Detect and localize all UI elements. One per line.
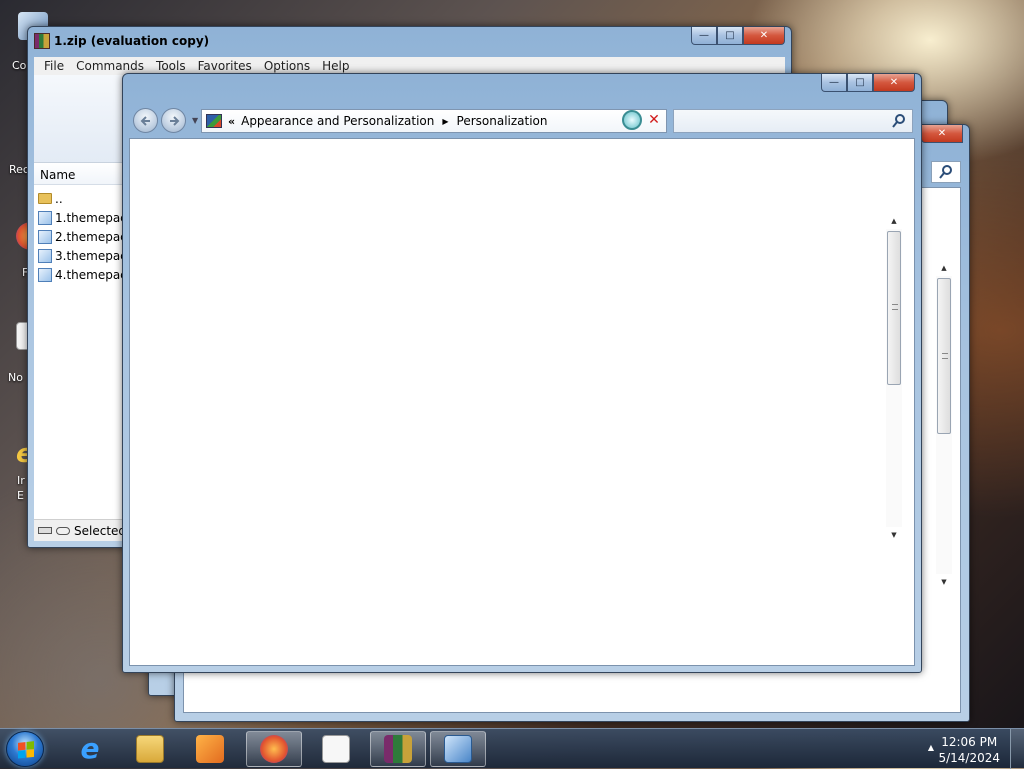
clock-time: 12:06 PM xyxy=(941,735,998,749)
taskbar: e ▲ 12:06 PM 5/14/2024 xyxy=(0,728,1024,769)
winrar-window-title: 1.zip (evaluation copy) xyxy=(54,34,210,48)
content-area: ▲ ▼ xyxy=(129,138,915,666)
winrar-minimize-button[interactable]: — xyxy=(691,27,717,45)
list-item-label: .. xyxy=(55,191,63,206)
search-icon xyxy=(939,165,952,179)
scroll-up-arrow-icon[interactable]: ▲ xyxy=(886,213,902,229)
desktop-label-ie-1: Ir xyxy=(17,474,25,487)
internet-explorer-icon: e xyxy=(80,732,100,765)
drive-icon xyxy=(38,527,52,534)
forward-button[interactable] xyxy=(161,108,186,133)
winrar-app-icon xyxy=(34,33,50,49)
scroll-down-arrow-icon[interactable]: ▼ xyxy=(886,527,902,543)
list-item[interactable]: .. xyxy=(38,189,63,208)
taskbar-explorer-button[interactable] xyxy=(122,731,178,767)
taskbar-ie-button[interactable]: e xyxy=(62,731,118,767)
bg-vertical-scrollbar[interactable]: ▲ ▼ xyxy=(936,260,952,590)
winrar-icon xyxy=(384,735,412,763)
desktop-label-notepad: No xyxy=(8,371,23,384)
themepack-file-icon xyxy=(38,229,52,244)
breadcrumb-separator-icon[interactable]: ▶ xyxy=(442,117,448,126)
list-item[interactable]: 3.themepack xyxy=(38,246,134,265)
winrar-close-button[interactable]: ✕ xyxy=(743,27,785,45)
taskbar-notepad-button[interactable] xyxy=(308,731,364,767)
show-desktop-button[interactable] xyxy=(1010,729,1024,769)
themepack-file-icon xyxy=(38,267,52,282)
media-player-icon xyxy=(196,735,224,763)
close-button[interactable]: ✕ xyxy=(873,74,915,92)
themepack-file-icon xyxy=(38,210,52,225)
main-caption-buttons: — □ ✕ xyxy=(821,74,915,92)
scroll-grip xyxy=(892,304,898,310)
folder-icon xyxy=(136,735,164,763)
show-hidden-icons-icon[interactable]: ▲ xyxy=(928,743,934,752)
desktop-label-recycle: Rec xyxy=(9,163,29,176)
taskbar-control-panel-button[interactable] xyxy=(430,731,486,767)
scroll-grip xyxy=(942,353,948,359)
taskbar-winrar-button[interactable] xyxy=(370,731,426,767)
list-item[interactable]: 1.themepack xyxy=(38,208,134,227)
maximize-button[interactable]: □ xyxy=(847,74,873,92)
clock-date: 5/14/2024 xyxy=(938,751,1000,765)
folder-up-icon xyxy=(38,193,52,204)
control-panel-icon xyxy=(444,735,472,763)
list-item[interactable]: 2.themepack xyxy=(38,227,134,246)
firefox-icon xyxy=(260,735,288,763)
minimize-button[interactable]: — xyxy=(821,74,847,92)
search-input[interactable] xyxy=(673,109,913,133)
stop-icon[interactable]: ✕ xyxy=(644,109,664,131)
scroll-up-arrow-icon[interactable]: ▲ xyxy=(936,260,952,276)
back-arrow-icon xyxy=(140,115,150,126)
breadcrumb-personalization[interactable]: Personalization xyxy=(457,114,548,128)
bg-search-box[interactable] xyxy=(931,161,961,183)
windows-logo-icon xyxy=(18,741,34,759)
recent-pages-dropdown-icon[interactable]: ▼ xyxy=(192,116,198,125)
breadcrumb-appearance[interactable]: Appearance and Personalization xyxy=(241,114,434,128)
themepack-file-icon xyxy=(38,248,52,263)
bg-caption-buttons: ✕ xyxy=(921,125,963,143)
refresh-icon[interactable] xyxy=(622,110,642,130)
desktop-label-ie-2: E xyxy=(17,489,24,502)
system-clock[interactable]: 12:06 PM 5/14/2024 xyxy=(938,734,1000,766)
forward-arrow-icon xyxy=(169,115,179,126)
control-panel-icon xyxy=(206,114,222,128)
bg-close-button[interactable]: ✕ xyxy=(921,125,963,143)
list-item[interactable]: 4.themepack xyxy=(38,265,134,284)
taskbar-firefox-button[interactable] xyxy=(246,731,302,767)
personalization-window[interactable]: — □ ✕ ▼ « Appearance and Personalization… xyxy=(122,73,922,673)
status-text: Selected xyxy=(74,523,127,538)
winrar-maximize-button[interactable]: □ xyxy=(717,27,743,45)
navigation-bar: ▼ « Appearance and Personalization ▶ Per… xyxy=(131,106,913,136)
scroll-thumb[interactable] xyxy=(887,231,901,385)
winrar-caption-buttons: — □ ✕ xyxy=(691,27,785,45)
address-bar[interactable]: « Appearance and Personalization ▶ Perso… xyxy=(201,109,667,133)
search-icon xyxy=(892,114,905,128)
notepad-icon xyxy=(322,735,350,763)
taskbar-media-player-button[interactable] xyxy=(182,731,238,767)
vertical-scrollbar[interactable]: ▲ ▼ xyxy=(886,213,902,543)
scroll-thumb[interactable] xyxy=(937,278,951,434)
scroll-down-arrow-icon[interactable]: ▼ xyxy=(936,574,952,590)
back-button[interactable] xyxy=(133,108,158,133)
key-icon xyxy=(56,526,70,535)
menu-file[interactable]: File xyxy=(38,57,70,75)
desktop-label-computer: Co xyxy=(12,59,27,72)
address-overflow-chevron[interactable]: « xyxy=(228,115,235,128)
start-button[interactable] xyxy=(6,731,44,767)
